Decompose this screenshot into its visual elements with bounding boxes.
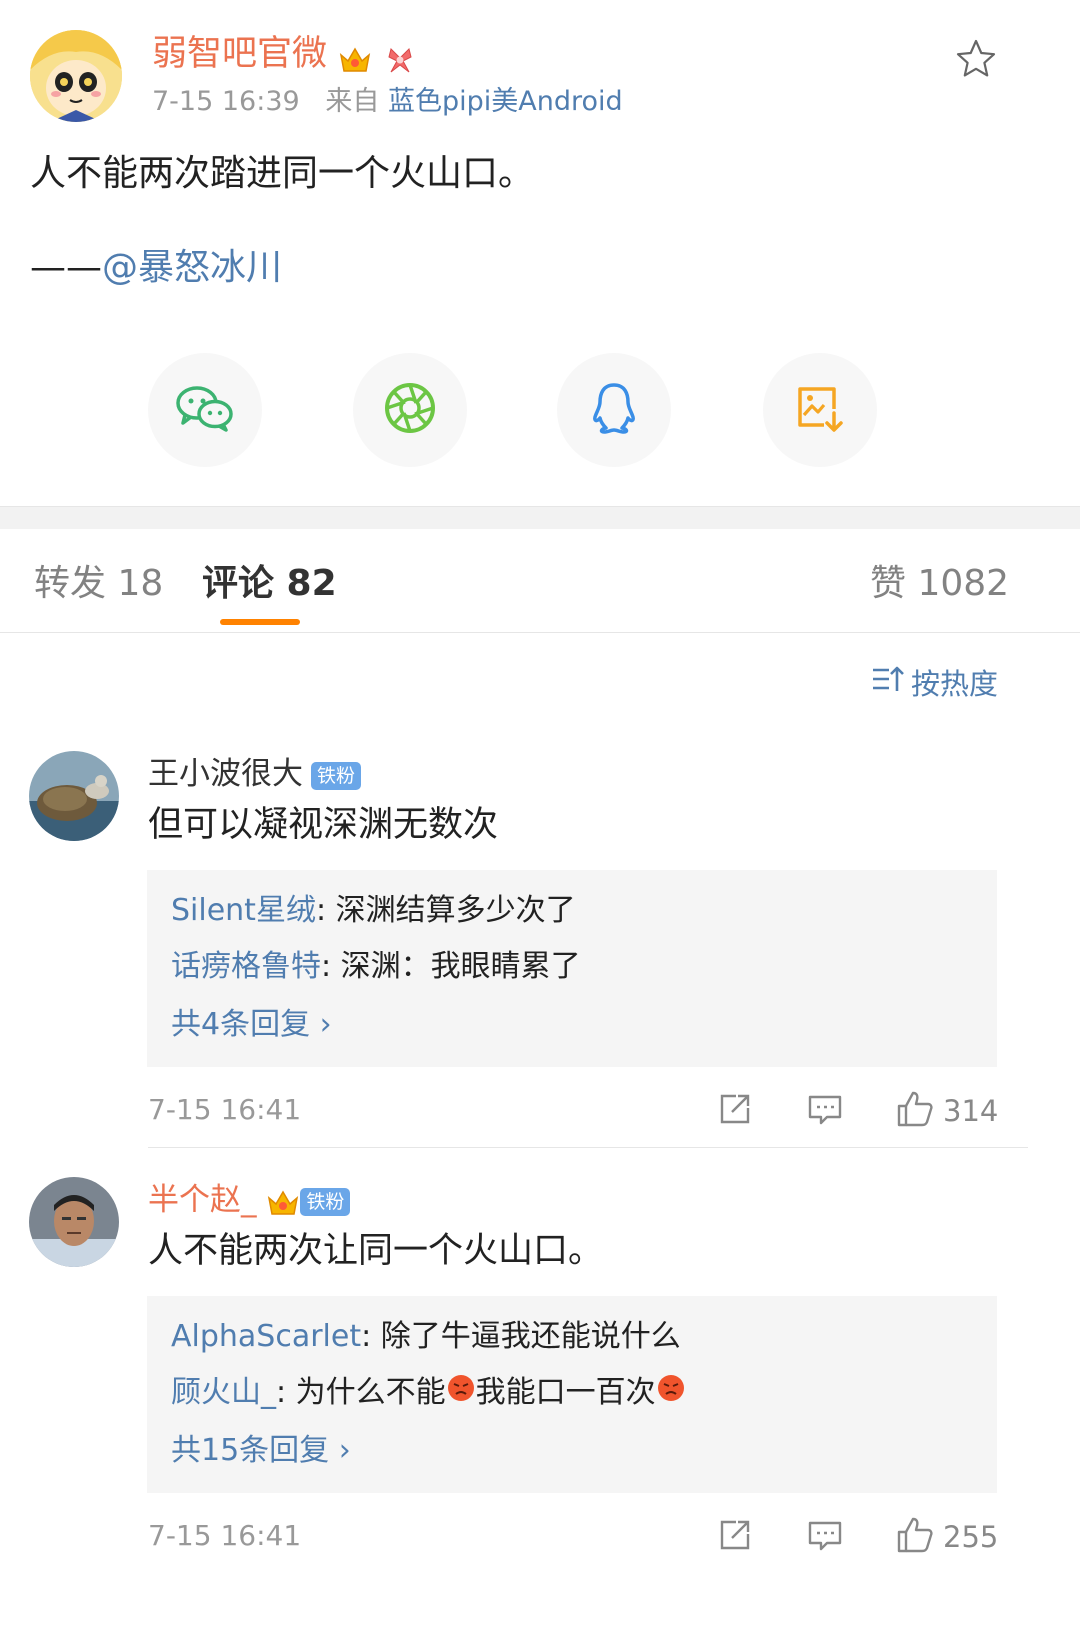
reply-line: 话痨格鲁特: 深渊：我眼睛累了 xyxy=(171,946,581,988)
sort-by-hot-button[interactable]: 按热度 xyxy=(871,664,998,704)
comment-author[interactable]: 王小波很大 铁粉 xyxy=(148,753,362,795)
view-all-replies-link[interactable]: 共15条回复 › xyxy=(171,1430,351,1472)
like-comment-button[interactable]: 314 xyxy=(895,1089,998,1133)
reply-user[interactable]: 话痨格鲁特 xyxy=(171,949,321,984)
section-divider xyxy=(0,506,1080,529)
reply-user[interactable]: 顾火山_ xyxy=(171,1375,276,1410)
view-all-replies-link[interactable]: 共4条回复 › xyxy=(171,1004,332,1046)
quote-dash: —— xyxy=(30,247,102,288)
reply-user[interactable]: AlphaScarlet xyxy=(171,1319,361,1354)
post-author-name[interactable]: 弱智吧官微 xyxy=(152,30,417,78)
reply-text: 我能口一百次 xyxy=(475,1375,656,1410)
reply-line: 顾火山_: 为什么不能 我能口一百次 xyxy=(171,1372,686,1415)
comment-avatar[interactable] xyxy=(29,1177,119,1267)
like-comment-button[interactable]: 255 xyxy=(895,1515,998,1559)
like-count: 255 xyxy=(943,1520,999,1554)
quote-mention-link[interactable]: @暴怒冰川 xyxy=(102,247,282,288)
reply-text: : 深渊：我眼睛累了 xyxy=(321,949,581,984)
repost-comment-icon[interactable] xyxy=(718,1092,752,1130)
reply-line: AlphaScarlet: 除了牛逼我还能说什么 xyxy=(171,1316,681,1358)
tab-comment[interactable]: 评论 82 xyxy=(202,560,337,608)
reply-preview-box[interactable]: AlphaScarlet: 除了牛逼我还能说什么 顾火山_: 为什么不能 我能口… xyxy=(147,1296,997,1493)
comment-author[interactable]: 半个赵_ 铁粉 xyxy=(148,1179,351,1221)
post-quote: ——@暴怒冰川 xyxy=(30,242,282,294)
reply-text: : 为什么不能 xyxy=(276,1375,446,1410)
sort-icon xyxy=(871,664,905,704)
save-image-icon xyxy=(794,383,846,437)
comment-text: 人不能两次让同一个火山口。 xyxy=(148,1231,604,1271)
post-meta: 7-15 16:39 来自 蓝色pipi美Android xyxy=(152,84,623,120)
wechat-icon xyxy=(175,383,235,437)
post-source-link[interactable]: 蓝色pipi美Android xyxy=(388,86,623,117)
thumbs-up-icon xyxy=(895,1089,935,1133)
comment-time: 7-15 16:41 xyxy=(148,1519,302,1552)
thumbs-up-icon xyxy=(895,1515,935,1559)
comment-divider xyxy=(148,1147,1028,1148)
fan-badge: 铁粉 xyxy=(300,1187,351,1216)
sort-label: 按热度 xyxy=(910,667,998,701)
reply-text: : 深渊结算多少次了 xyxy=(315,893,576,928)
active-tab-indicator xyxy=(220,619,300,625)
comment-time: 7-15 16:41 xyxy=(148,1093,302,1126)
favorite-star-icon[interactable] xyxy=(955,38,997,80)
comment-author-name[interactable]: 半个赵_ xyxy=(148,1182,257,1218)
save-image-button[interactable] xyxy=(763,353,877,467)
reply-user[interactable]: Silent星绒 xyxy=(171,893,316,928)
reply-comment-icon[interactable] xyxy=(807,1093,843,1131)
reply-text: : 除了牛逼我还能说什么 xyxy=(361,1319,681,1354)
reply-line: Silent星绒: 深渊结算多少次了 xyxy=(171,890,576,932)
qq-icon xyxy=(590,381,638,439)
comment-avatar[interactable] xyxy=(29,751,119,841)
author-name-text[interactable]: 弱智吧官微 xyxy=(152,34,327,74)
like-count: 314 xyxy=(943,1094,999,1128)
share-wechat-button[interactable] xyxy=(148,353,262,467)
fan-badge: 铁粉 xyxy=(311,761,362,790)
reply-comment-icon[interactable] xyxy=(807,1519,843,1557)
comment-author-name[interactable]: 王小波很大 xyxy=(148,756,303,792)
comment-text: 但可以凝视深渊无数次 xyxy=(148,805,499,845)
angry-emoji-icon xyxy=(446,1373,476,1415)
post-body-text: 人不能两次踏进同一个火山口。 xyxy=(30,153,535,194)
tab-repost[interactable]: 转发 18 xyxy=(34,560,163,608)
reply-preview-box[interactable]: Silent星绒: 深渊结算多少次了 话痨格鲁特: 深渊：我眼睛累了 共4条回复… xyxy=(147,870,997,1067)
vip-crown-icon xyxy=(266,1187,300,1217)
tab-like[interactable]: 赞 1082 xyxy=(870,560,1009,608)
post-source-prefix: 来自 xyxy=(325,86,380,117)
post-author-avatar[interactable] xyxy=(30,30,122,122)
tabs-divider xyxy=(0,632,1080,633)
moments-icon xyxy=(383,381,437,439)
crown-badge-icon xyxy=(338,40,372,72)
repost-comment-icon[interactable] xyxy=(718,1518,752,1556)
share-qq-button[interactable] xyxy=(557,353,671,467)
share-moments-button[interactable] xyxy=(353,353,467,467)
ribbon-badge-icon xyxy=(383,40,417,73)
angry-emoji-icon xyxy=(656,1373,686,1415)
post-time: 7-15 16:39 xyxy=(152,86,300,117)
